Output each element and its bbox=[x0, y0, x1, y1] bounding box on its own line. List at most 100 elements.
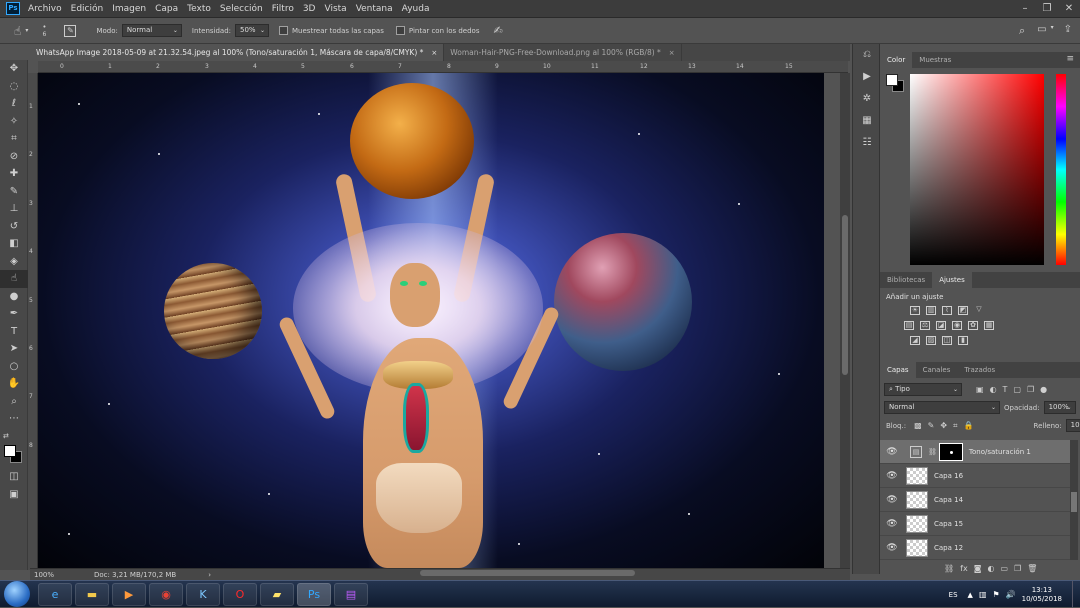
layer-filter-select[interactable]: ⌕ Tipo ⌄ bbox=[884, 383, 962, 396]
visibility-eye-icon[interactable]: 👁 bbox=[884, 471, 900, 481]
photoshop-taskbar-icon[interactable]: Ps bbox=[297, 582, 331, 606]
show-desktop-button[interactable] bbox=[1072, 581, 1080, 608]
tab-ajustes[interactable]: Ajustes bbox=[932, 272, 972, 288]
dodge-tool-icon[interactable]: ● bbox=[0, 288, 28, 306]
media-player-icon[interactable]: ▶ bbox=[112, 582, 146, 606]
opacity-input[interactable]: 100% ⌄ bbox=[1043, 401, 1076, 414]
filter-pixel-icon[interactable]: ▣ bbox=[976, 385, 984, 394]
channel-mixer-icon[interactable]: ✿ bbox=[968, 321, 978, 330]
history-brush-tool-icon[interactable]: ↺ bbox=[0, 218, 28, 236]
visibility-eye-icon[interactable]: 👁 bbox=[884, 519, 900, 529]
visibility-eye-icon[interactable]: 👁 bbox=[884, 447, 900, 457]
taskbar-clock[interactable]: 13:13 10/05/2018 bbox=[1022, 586, 1062, 604]
properties-panel-icon[interactable]: ✲ bbox=[853, 88, 881, 110]
vibrance-icon[interactable]: ▽ bbox=[974, 306, 984, 315]
default-colors-icon[interactable]: ⇄ bbox=[0, 428, 28, 446]
intensity-input[interactable]: 50% ⌄ bbox=[235, 24, 270, 37]
lock-position-icon[interactable]: ✥ bbox=[940, 421, 947, 430]
winrar-icon[interactable]: ▤ bbox=[334, 582, 368, 606]
menu-archivo[interactable]: Archivo bbox=[28, 4, 62, 14]
layers-scrollbar[interactable] bbox=[1070, 440, 1078, 560]
restore-button[interactable]: ❐ bbox=[1036, 0, 1058, 18]
photo-filter-icon[interactable]: ◉ bbox=[952, 321, 962, 330]
menu-seleccion[interactable]: Selección bbox=[220, 4, 263, 14]
healing-brush-tool-icon[interactable]: ✚ bbox=[0, 165, 28, 183]
foreground-color-chip[interactable] bbox=[886, 74, 898, 86]
close-button[interactable]: ✕ bbox=[1058, 0, 1080, 18]
more-tools-icon[interactable]: ⋯ bbox=[0, 410, 28, 428]
delete-layer-icon[interactable]: 🗑 bbox=[1027, 564, 1037, 573]
pen-tool-icon[interactable]: ✒ bbox=[0, 305, 28, 323]
menu-edicion[interactable]: Edición bbox=[71, 4, 104, 14]
path-selection-tool-icon[interactable]: ➤ bbox=[0, 340, 28, 358]
horizontal-scroll-thumb[interactable] bbox=[420, 570, 635, 576]
gradient-map-icon[interactable]: ▮ bbox=[958, 336, 968, 345]
lock-transparent-icon[interactable]: ▩ bbox=[914, 421, 922, 430]
search-icon[interactable]: ⌕ bbox=[1019, 24, 1025, 38]
smudge-tool-icon[interactable]: ☝ bbox=[0, 270, 28, 288]
network-icon[interactable]: ▥ bbox=[979, 590, 987, 599]
flag-icon[interactable]: ⚑ bbox=[993, 590, 1000, 599]
tab-trazados[interactable]: Trazados bbox=[957, 362, 1002, 378]
exposure-icon[interactable]: ◩ bbox=[958, 306, 968, 315]
menu-imagen[interactable]: Imagen bbox=[112, 4, 146, 14]
panel-menu-icon[interactable]: ≡ bbox=[1066, 54, 1074, 64]
type-tool-icon[interactable]: T bbox=[0, 323, 28, 341]
menu-capa[interactable]: Capa bbox=[155, 4, 178, 14]
chrome-icon[interactable]: ◉ bbox=[149, 582, 183, 606]
clone-stamp-tool-icon[interactable]: ⊥ bbox=[0, 200, 28, 218]
share-icon[interactable]: ⇪ bbox=[1064, 24, 1072, 38]
brush-tool-icon[interactable]: ✎ bbox=[0, 183, 28, 201]
hue-slider[interactable] bbox=[1056, 74, 1066, 265]
invert-icon[interactable]: ◢ bbox=[910, 336, 920, 345]
mode-select[interactable]: Normal ⌄ bbox=[121, 24, 182, 37]
workspace-icon[interactable]: ▭ bbox=[1037, 24, 1046, 38]
tab-whatsapp-image[interactable]: WhatsApp Image 2018-05-09 at 21.32.54.jp… bbox=[30, 44, 445, 61]
hue-saturation-icon[interactable]: ▤ bbox=[904, 321, 914, 330]
new-layer-icon[interactable]: ❐ bbox=[1014, 564, 1021, 573]
eraser-tool-icon[interactable]: ◧ bbox=[0, 235, 28, 253]
eyedropper-tool-icon[interactable]: ⊘ bbox=[0, 148, 28, 166]
pressure-icon[interactable]: ✍ bbox=[493, 24, 502, 37]
curves-icon[interactable]: ⌇ bbox=[942, 306, 952, 315]
lock-image-icon[interactable]: ✎ bbox=[928, 421, 935, 430]
tab-close-icon[interactable]: × bbox=[669, 49, 675, 57]
paint-bucket-tool-icon[interactable]: ◈ bbox=[0, 253, 28, 271]
sample-all-layers-checkbox[interactable] bbox=[279, 26, 289, 35]
status-arrow-icon[interactable]: › bbox=[208, 571, 211, 579]
menu-texto[interactable]: Texto bbox=[187, 4, 211, 14]
color-lookup-icon[interactable]: ▦ bbox=[984, 321, 994, 330]
blend-mode-select[interactable]: Normal ⌄ bbox=[884, 401, 1000, 414]
filter-adjustment-icon[interactable]: ◐ bbox=[990, 385, 997, 394]
zoom-level[interactable]: 100% bbox=[34, 571, 94, 579]
posterize-icon[interactable]: ▨ bbox=[926, 336, 936, 345]
actions-panel-icon[interactable]: ▶ bbox=[853, 66, 881, 88]
layer-row-capa-15[interactable]: 👁 Capa 15 bbox=[880, 512, 1070, 536]
tab-bibliotecas[interactable]: Bibliotecas bbox=[880, 272, 932, 288]
tab-close-icon[interactable]: × bbox=[431, 49, 437, 57]
filter-shape-icon[interactable]: ▢ bbox=[1013, 385, 1021, 394]
layer-row-capa-16[interactable]: 👁 Capa 16 bbox=[880, 464, 1070, 488]
start-button[interactable] bbox=[4, 581, 30, 607]
color-balance-icon[interactable]: ⚖ bbox=[920, 321, 930, 330]
opera-icon[interactable]: O bbox=[223, 582, 257, 606]
quick-mask-icon[interactable]: ◫ bbox=[0, 468, 28, 486]
layers-scroll-thumb[interactable] bbox=[1071, 492, 1077, 512]
tab-canales[interactable]: Canales bbox=[916, 362, 958, 378]
layer-style-fx-icon[interactable]: fx bbox=[960, 564, 968, 573]
smudge-tool-preset-icon[interactable]: ☝ bbox=[14, 24, 21, 38]
quick-selection-tool-icon[interactable]: ✧ bbox=[0, 113, 28, 131]
layer-row-hue-saturation[interactable]: 👁 ▤ ⛓ Tono/saturación 1 bbox=[880, 440, 1070, 464]
app-k-icon[interactable]: K bbox=[186, 582, 220, 606]
visibility-eye-icon[interactable]: 👁 bbox=[884, 495, 900, 505]
menu-filtro[interactable]: Filtro bbox=[272, 4, 294, 14]
threshold-icon[interactable]: ◫ bbox=[942, 336, 952, 345]
tab-capas[interactable]: Capas bbox=[880, 362, 916, 378]
layer-row-capa-12[interactable]: 👁 Capa 12 bbox=[880, 536, 1070, 560]
finger-paint-checkbox[interactable] bbox=[395, 26, 405, 35]
menu-vista[interactable]: Vista bbox=[324, 4, 346, 14]
black-white-icon[interactable]: ◪ bbox=[936, 321, 946, 330]
scroll-thumb[interactable] bbox=[842, 215, 848, 375]
filter-toggle-icon[interactable]: ● bbox=[1040, 385, 1047, 394]
foreground-color-swatch[interactable] bbox=[4, 445, 16, 457]
